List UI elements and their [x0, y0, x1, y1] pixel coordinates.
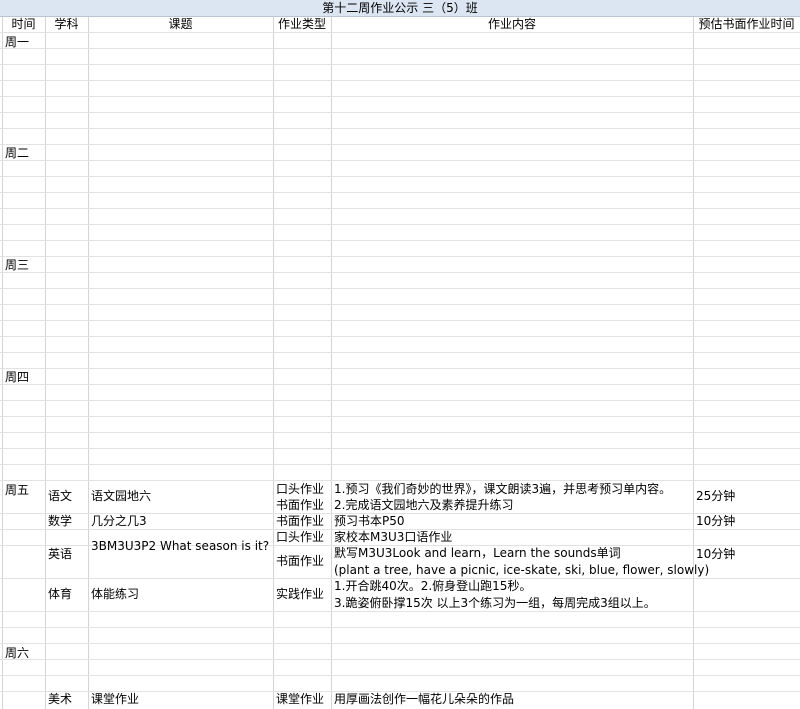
row-line [0, 627, 800, 628]
row-line [0, 464, 800, 465]
cell-type-chinese-oral: 口头作业 [276, 482, 325, 496]
row-line [0, 80, 800, 81]
row-line [0, 400, 800, 401]
header-topic: 课题 [168, 17, 193, 31]
row-line [0, 240, 800, 241]
cell-subject-pe: 体育 [48, 587, 73, 601]
header-content: 作业内容 [487, 17, 536, 31]
row-line [0, 643, 800, 644]
cell-type-math: 书面作业 [276, 514, 325, 528]
row-line [0, 611, 800, 612]
cell-content-chinese-1: 1.预习《我们奇妙的世界》，课文朗读3遍，并思考预习单内容。 [334, 482, 672, 496]
column-line [2, 0, 3, 709]
row-line [0, 48, 800, 49]
cell-content-pe-1: 1.开合跳40次。2.俯身登山跑15秒。 [334, 579, 532, 593]
row-line [0, 416, 800, 417]
row-line [0, 64, 800, 65]
row-line [0, 336, 800, 337]
row-line [0, 176, 800, 177]
cell-type-chinese-written: 书面作业 [276, 498, 325, 512]
row-line [0, 192, 800, 193]
cell-content-english-2: 默写M3U3Look and learn，Learn the sounds单词 [334, 546, 621, 560]
cell-time-math: 10分钟 [696, 514, 736, 528]
cell-subject-english: 英语 [48, 547, 73, 561]
cell-time-chinese: 25分钟 [696, 489, 736, 503]
cell-subject-chinese: 语文 [48, 489, 73, 503]
homework-sheet: 第十二周作业公示 三（5）班 时间 学科 课题 作业类型 作业内容 预估书面作业… [0, 0, 800, 709]
cell-content-chinese-2: 2.完成语文园地六及素养提升练习 [334, 498, 514, 512]
cell-type-english-written: 书面作业 [276, 554, 325, 568]
row-line [0, 208, 800, 209]
cell-content-art: 用厚画法创作一幅花儿朵朵的作品 [334, 692, 515, 706]
column-line [88, 0, 89, 709]
day-wednesday: 周三 [5, 258, 30, 272]
cell-topic-pe: 体能练习 [91, 587, 140, 601]
cell-type-english-oral: 口头作业 [276, 530, 325, 544]
cell-content-english-3: (plant a tree, have a picnic, ice-skate,… [334, 563, 710, 577]
cell-content-pe-2: 3.跪姿俯卧撑15次 以上3个练习为一组，每周完成3组以上。 [334, 596, 656, 610]
cell-type-pe: 实践作业 [276, 587, 325, 601]
column-line [273, 0, 274, 709]
cell-subject-art: 美术 [48, 692, 73, 706]
day-tuesday: 周二 [5, 146, 30, 160]
day-thursday: 周四 [5, 370, 30, 384]
row-line [0, 368, 800, 369]
cell-subject-math: 数学 [48, 514, 73, 528]
row-line [0, 128, 800, 129]
row-line [0, 288, 800, 289]
cell-topic-chinese: 语文园地六 [91, 489, 152, 503]
day-saturday: 周六 [5, 646, 30, 660]
row-line [0, 384, 800, 385]
row-line [0, 224, 800, 225]
cell-content-english-1: 家校本M3U3口语作业 [334, 530, 453, 544]
row-line [0, 448, 800, 449]
column-line [45, 0, 46, 709]
row-line [0, 272, 800, 273]
row-line [0, 320, 800, 321]
row-line [0, 160, 800, 161]
cell-topic-english: 3BM3U3P2 What season is it? [91, 539, 270, 553]
cell-topic-art: 课堂作业 [91, 692, 140, 706]
day-monday: 周一 [5, 35, 30, 49]
row-line [0, 432, 800, 433]
row-line [0, 675, 800, 676]
cell-content-math: 预习书本P50 [334, 514, 405, 528]
cell-topic-math: 几分之几3 [91, 514, 147, 528]
column-line [331, 0, 332, 709]
row-line [0, 112, 800, 113]
header-subject: 学科 [54, 17, 79, 31]
header-type: 作业类型 [277, 17, 326, 31]
row-line [0, 144, 800, 145]
row-line [0, 659, 800, 660]
row-line [0, 32, 800, 33]
cell-type-art: 课堂作业 [276, 692, 325, 706]
column-line [693, 0, 694, 709]
row-line [0, 304, 800, 305]
row-line [0, 352, 800, 353]
header-est: 预估书面作业时间 [698, 17, 795, 31]
header-time: 时间 [11, 17, 36, 31]
row-line [0, 96, 800, 97]
sheet-title: 第十二周作业公示 三（5）班 [322, 1, 478, 15]
row-line [0, 256, 800, 257]
day-friday: 周五 [5, 483, 30, 497]
cell-time-english: 10分钟 [696, 547, 736, 561]
